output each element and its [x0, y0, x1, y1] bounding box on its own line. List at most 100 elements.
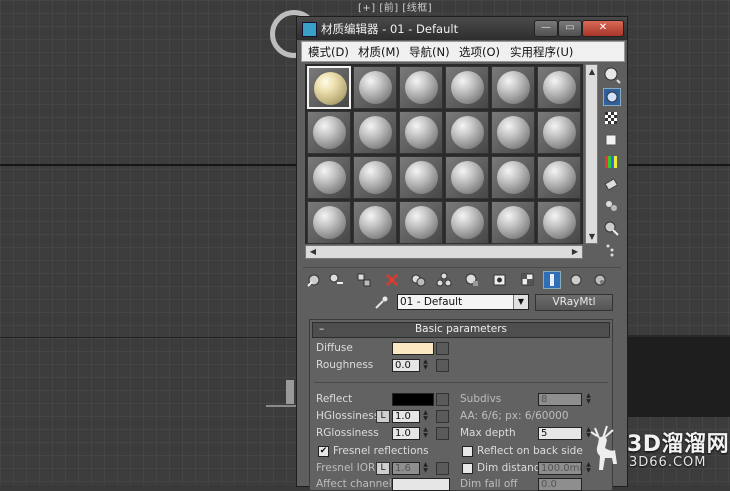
material-type-button[interactable]: VRayMtl: [535, 294, 613, 311]
slots-horizontal-scrollbar[interactable]: ◀ ▶: [305, 245, 583, 259]
roughness-spinner-arrows[interactable]: ▲ ▼: [421, 359, 430, 372]
watermark-title: 3D溜溜网: [627, 432, 730, 457]
go-forward-to-sibling-icon[interactable]: [591, 271, 609, 289]
scroll-left-icon[interactable]: ◀: [307, 246, 319, 258]
sample-slot[interactable]: [491, 201, 535, 244]
maximize-button[interactable]: ▭: [558, 20, 582, 37]
sample-slot[interactable]: [353, 201, 397, 244]
sample-slot[interactable]: [537, 111, 581, 154]
collapse-icon[interactable]: –: [319, 323, 324, 336]
max-depth-field[interactable]: 5: [538, 427, 582, 440]
sample-slot[interactable]: [353, 111, 397, 154]
roughness-map-button[interactable]: [436, 359, 449, 372]
select-by-material-icon[interactable]: [603, 220, 621, 238]
subdivs-spinner-arrows[interactable]: ▲ ▼: [584, 393, 593, 406]
sample-slot[interactable]: [491, 66, 535, 109]
dim-distance-field[interactable]: 100.0mm: [538, 462, 589, 475]
menu-navigation[interactable]: 导航(N): [409, 44, 450, 60]
material-sphere-preview: [359, 71, 392, 104]
background-checker-icon[interactable]: [603, 110, 621, 128]
max-depth-label: Max depth: [460, 427, 516, 439]
reflect-on-back-side-checkbox[interactable]: [462, 446, 473, 457]
material-map-navigator-icon[interactable]: [603, 242, 621, 260]
show-end-result-icon[interactable]: [543, 271, 561, 289]
backlight-icon[interactable]: [603, 88, 621, 106]
get-material-icon[interactable]: [305, 271, 323, 289]
sample-slot[interactable]: [399, 111, 443, 154]
sample-uv-tiling-icon[interactable]: [603, 132, 621, 150]
reflect-color-swatch[interactable]: [392, 393, 434, 406]
hglossiness-lock-button[interactable]: L: [376, 410, 390, 423]
material-id-channel-icon[interactable]: [491, 271, 509, 289]
diffuse-color-swatch[interactable]: [392, 342, 434, 355]
fresnel-ior-spinner-arrows[interactable]: ▲ ▼: [421, 462, 430, 475]
scroll-right-icon[interactable]: ▶: [569, 246, 581, 258]
sample-slot[interactable]: [353, 66, 397, 109]
hglossiness-spinner-arrows[interactable]: ▲ ▼: [421, 410, 430, 423]
sample-slot[interactable]: [491, 156, 535, 199]
rglossiness-map-button[interactable]: [436, 427, 449, 440]
menu-mode[interactable]: 模式(D): [308, 44, 349, 60]
sample-slot[interactable]: [537, 201, 581, 244]
sample-slot[interactable]: [399, 201, 443, 244]
rglossiness-field[interactable]: 1.0: [392, 427, 420, 440]
diffuse-map-button[interactable]: [436, 342, 449, 355]
minimize-button[interactable]: —: [534, 20, 558, 37]
copy-material-icon[interactable]: [409, 271, 427, 289]
hglossiness-map-button[interactable]: [436, 410, 449, 423]
sample-type-icon[interactable]: [603, 66, 621, 84]
dim-distance-checkbox[interactable]: [462, 463, 473, 474]
viewport-object-stub: [286, 380, 294, 404]
close-button[interactable]: ✕: [582, 20, 624, 37]
sample-slot[interactable]: [445, 66, 489, 109]
fresnel-ior-field[interactable]: 1.6: [392, 462, 420, 475]
rglossiness-spinner-arrows[interactable]: ▲ ▼: [421, 427, 430, 440]
sample-slot[interactable]: [445, 201, 489, 244]
sample-slot[interactable]: [445, 156, 489, 199]
roughness-field[interactable]: 0.0: [392, 359, 420, 372]
material-sphere-preview: [313, 206, 346, 239]
sample-slot[interactable]: [353, 156, 397, 199]
chevron-down-icon[interactable]: ▼: [513, 295, 528, 309]
hglossiness-field[interactable]: 1.0: [392, 410, 420, 423]
make-unique-icon[interactable]: [435, 271, 453, 289]
material-sphere-preview: [451, 161, 484, 194]
sample-slot[interactable]: [307, 201, 351, 244]
sample-slot[interactable]: [537, 66, 581, 109]
reset-material-icon[interactable]: [383, 271, 401, 289]
options-icon[interactable]: [603, 198, 621, 216]
sample-slot[interactable]: [445, 111, 489, 154]
sample-slot[interactable]: [307, 156, 351, 199]
scroll-up-icon[interactable]: ▲: [587, 66, 597, 77]
scroll-down-icon[interactable]: ▼: [587, 231, 597, 242]
slots-vertical-scrollbar[interactable]: ▲ ▼: [585, 64, 598, 244]
menu-utilities[interactable]: 实用程序(U): [510, 44, 573, 60]
eyedropper-icon[interactable]: [373, 295, 389, 311]
sample-slot-active[interactable]: [307, 66, 351, 109]
reflect-label: Reflect: [316, 393, 353, 405]
fresnel-ior-lock-button[interactable]: L: [376, 462, 390, 475]
menu-material[interactable]: 材质(M): [358, 44, 400, 60]
basic-parameters-rollout-header[interactable]: – Basic parameters: [312, 322, 610, 338]
sample-slot[interactable]: [307, 111, 351, 154]
material-name-dropdown[interactable]: 01 - Default ▼: [397, 294, 529, 310]
assign-material-to-selection-icon[interactable]: [355, 271, 373, 289]
sample-slot[interactable]: [537, 156, 581, 199]
title-bar[interactable]: 材质编辑器 - 01 - Default — ▭ ✕: [297, 17, 627, 40]
fresnel-ior-map-button[interactable]: [436, 462, 449, 475]
material-editor-window[interactable]: 材质编辑器 - 01 - Default — ▭ ✕ 模式(D) 材质(M) 导…: [296, 16, 628, 491]
sample-slot[interactable]: [491, 111, 535, 154]
put-material-to-scene-icon[interactable]: [327, 271, 345, 289]
reflect-map-button[interactable]: [436, 393, 449, 406]
put-to-library-icon[interactable]: [463, 271, 481, 289]
subdivs-field[interactable]: 8: [538, 393, 582, 406]
video-color-check-icon[interactable]: [603, 154, 621, 172]
fresnel-reflections-checkbox[interactable]: ✔: [318, 446, 329, 457]
go-to-parent-icon[interactable]: [567, 271, 585, 289]
show-map-in-viewport-icon[interactable]: [519, 271, 537, 289]
sample-slot[interactable]: [399, 156, 443, 199]
menu-options[interactable]: 选项(O): [459, 44, 500, 60]
viewport-label[interactable]: [+] [前] [线框]: [358, 0, 432, 14]
sample-slot[interactable]: [399, 66, 443, 109]
make-preview-icon[interactable]: [603, 176, 621, 194]
